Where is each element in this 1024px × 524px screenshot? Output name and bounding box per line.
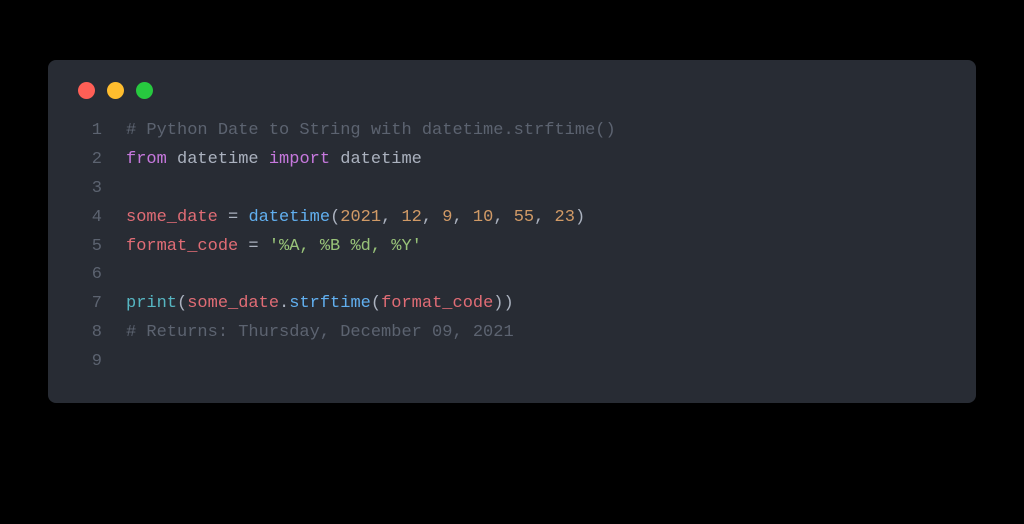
close-icon[interactable] xyxy=(78,82,95,99)
code-line: 5format_code = '%A, %B %d, %Y' xyxy=(74,233,950,262)
token-punct: ) xyxy=(493,294,503,313)
line-number: 8 xyxy=(74,319,126,348)
token-number: 10 xyxy=(473,208,493,227)
line-number: 9 xyxy=(74,348,126,377)
token-punct: , xyxy=(453,208,463,227)
minimize-icon[interactable] xyxy=(107,82,124,99)
token-keyword: from xyxy=(126,150,167,169)
line-number: 3 xyxy=(74,175,126,204)
token-number: 12 xyxy=(401,208,421,227)
code-line: 4some_date = datetime(2021, 12, 9, 10, 5… xyxy=(74,204,950,233)
token-default xyxy=(238,208,248,227)
traffic-lights xyxy=(74,82,950,99)
code-line: 9 xyxy=(74,348,950,377)
line-number: 4 xyxy=(74,204,126,233)
token-keyword: import xyxy=(269,150,330,169)
token-default xyxy=(238,237,248,256)
code-line: 7print(some_date.strftime(format_code)) xyxy=(74,290,950,319)
token-punct: , xyxy=(534,208,544,227)
line-content: print(some_date.strftime(format_code)) xyxy=(126,290,514,319)
code-line: 3 xyxy=(74,175,950,204)
token-default xyxy=(391,208,401,227)
maximize-icon[interactable] xyxy=(136,82,153,99)
token-punct: ) xyxy=(575,208,585,227)
token-function: datetime xyxy=(248,208,330,227)
token-string: '%A, %B %d, %Y' xyxy=(269,237,422,256)
line-content: some_date = datetime(2021, 12, 9, 10, 55… xyxy=(126,204,585,233)
line-number: 5 xyxy=(74,233,126,262)
token-function: strftime xyxy=(289,294,371,313)
token-number: 2021 xyxy=(340,208,381,227)
line-number: 7 xyxy=(74,290,126,319)
token-default: datetime xyxy=(340,150,422,169)
code-line: 2from datetime import datetime xyxy=(74,146,950,175)
line-number: 6 xyxy=(74,261,126,290)
line-number: 1 xyxy=(74,117,126,146)
token-variable: some_date xyxy=(187,294,279,313)
token-comment: # Returns: Thursday, December 09, 2021 xyxy=(126,323,514,342)
token-default xyxy=(463,208,473,227)
token-builtin: print xyxy=(126,294,177,313)
token-default xyxy=(544,208,554,227)
token-punct: , xyxy=(381,208,391,227)
token-number: 9 xyxy=(442,208,452,227)
token-variable: format_code xyxy=(126,237,238,256)
token-variable: format_code xyxy=(381,294,493,313)
token-punct: ( xyxy=(330,208,340,227)
code-line: 1# Python Date to String with datetime.s… xyxy=(74,117,950,146)
line-number: 2 xyxy=(74,146,126,175)
token-default xyxy=(259,150,269,169)
line-content: from datetime import datetime xyxy=(126,146,422,175)
token-punct: ( xyxy=(177,294,187,313)
token-comment: # Python Date to String with datetime.st… xyxy=(126,121,616,140)
token-default: datetime xyxy=(177,150,259,169)
line-content: format_code = '%A, %B %d, %Y' xyxy=(126,233,422,262)
token-default xyxy=(218,208,228,227)
code-line: 8# Returns: Thursday, December 09, 2021 xyxy=(74,319,950,348)
token-default xyxy=(504,208,514,227)
code-line: 6 xyxy=(74,261,950,290)
token-punct: = xyxy=(248,237,258,256)
code-block: 1# Python Date to String with datetime.s… xyxy=(74,117,950,377)
token-number: 55 xyxy=(514,208,534,227)
token-punct: = xyxy=(228,208,238,227)
code-window: 1# Python Date to String with datetime.s… xyxy=(48,60,976,403)
line-content: # Python Date to String with datetime.st… xyxy=(126,117,616,146)
token-punct: ( xyxy=(371,294,381,313)
token-variable: some_date xyxy=(126,208,218,227)
token-default xyxy=(330,150,340,169)
token-number: 23 xyxy=(555,208,575,227)
token-punct: , xyxy=(493,208,503,227)
token-default xyxy=(432,208,442,227)
token-punct: ) xyxy=(504,294,514,313)
token-default xyxy=(259,237,269,256)
token-default xyxy=(167,150,177,169)
token-punct: , xyxy=(422,208,432,227)
line-content: # Returns: Thursday, December 09, 2021 xyxy=(126,319,514,348)
token-punct: . xyxy=(279,294,289,313)
